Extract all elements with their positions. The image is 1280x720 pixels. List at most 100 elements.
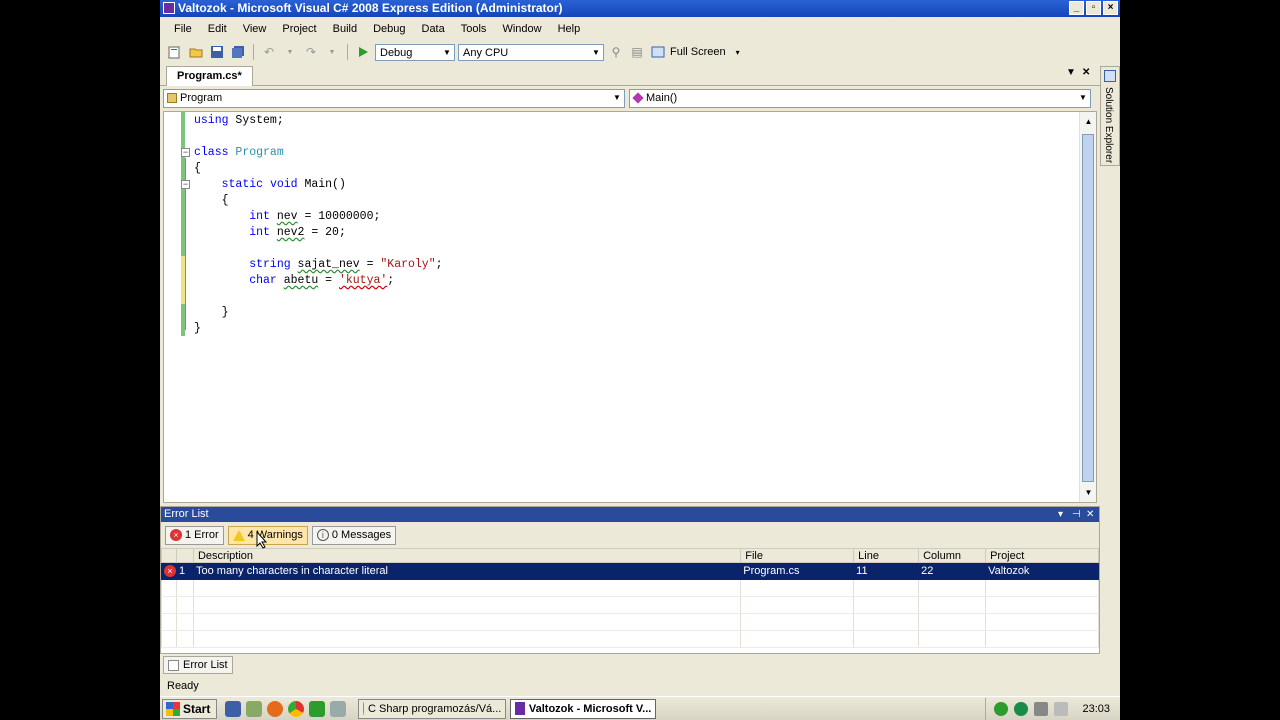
row-column: 22 bbox=[918, 562, 987, 580]
info-icon: i bbox=[316, 529, 329, 541]
antivirus-icon[interactable] bbox=[1014, 702, 1029, 716]
properties-icon[interactable]: ▤ bbox=[628, 43, 646, 61]
code-editor[interactable]: − − using System; class Program { static… bbox=[163, 111, 1097, 503]
tool-icon[interactable] bbox=[246, 700, 263, 717]
device-icon[interactable] bbox=[1034, 702, 1049, 716]
member-combo[interactable]: Main() ▼ bbox=[629, 89, 1091, 108]
errors-filter-button[interactable]: × 1 Error bbox=[165, 525, 224, 545]
messages-filter-button[interactable]: i 0 Messages bbox=[311, 525, 397, 545]
media-icon[interactable] bbox=[330, 700, 347, 717]
active-files-dropdown-icon[interactable]: ▼ bbox=[1066, 67, 1076, 78]
redo-dropdown-icon[interactable]: ▼ bbox=[323, 43, 341, 61]
close-button[interactable]: × bbox=[1103, 1, 1118, 15]
scroll-up-icon[interactable]: ▲ bbox=[1081, 114, 1096, 129]
new-project-icon[interactable] bbox=[166, 43, 184, 61]
error-filter-bar: × 1 Error 4 Warnings i 0 Messages bbox=[161, 522, 1099, 548]
save-all-icon[interactable] bbox=[229, 43, 247, 61]
volume-icon[interactable] bbox=[1054, 702, 1069, 716]
menu-file[interactable]: File bbox=[166, 21, 200, 37]
save-icon[interactable] bbox=[225, 700, 242, 717]
task-visual-studio[interactable]: Valtozok - Microsoft V... bbox=[510, 698, 657, 719]
firefox-icon[interactable] bbox=[267, 700, 284, 717]
tab-error-list[interactable]: Error List bbox=[163, 656, 233, 674]
column-header-number[interactable] bbox=[176, 548, 194, 563]
menu-window[interactable]: Window bbox=[494, 21, 549, 37]
minimize-button[interactable]: _ bbox=[1069, 1, 1084, 15]
fullscreen-icon[interactable] bbox=[649, 43, 667, 61]
error-table: Description File Line Column Project × 1… bbox=[161, 548, 1099, 648]
editor-vertical-scrollbar[interactable]: ▲ ▼ bbox=[1079, 112, 1096, 502]
undo-dropdown-icon[interactable]: ▼ bbox=[281, 43, 299, 61]
table-row-empty bbox=[161, 579, 1099, 597]
title-bar: Valtozok - Microsoft Visual C# 2008 Expr… bbox=[160, 0, 1120, 17]
close-document-icon[interactable]: ✕ bbox=[1082, 67, 1090, 78]
error-table-header: Description File Line Column Project bbox=[161, 548, 1099, 563]
navigation-bar: Program ▼ Main() ▼ bbox=[163, 89, 1097, 109]
clock[interactable]: 23:03 bbox=[1082, 703, 1110, 715]
configuration-combo[interactable]: Debug ▼ bbox=[375, 43, 455, 61]
column-header-project[interactable]: Project bbox=[985, 548, 1099, 563]
tab-error-list-label: Error List bbox=[183, 659, 228, 671]
error-list-title: Error List bbox=[164, 508, 209, 520]
table-row[interactable]: × 1 Too many characters in character lit… bbox=[161, 562, 1099, 580]
standard-toolbar: ↶ ▼ ↷ ▼ Debug ▼ Any CPU ▼ ⚲ ▤ Full Scree… bbox=[166, 41, 747, 63]
error-icon: × bbox=[164, 565, 176, 577]
open-folder-icon[interactable] bbox=[187, 43, 205, 61]
column-header-column[interactable]: Column bbox=[918, 548, 987, 563]
menu-project[interactable]: Project bbox=[274, 21, 324, 37]
collapse-class-icon[interactable]: − bbox=[181, 148, 190, 157]
scroll-down-icon[interactable]: ▼ bbox=[1081, 485, 1096, 500]
column-header-line[interactable]: Line bbox=[853, 548, 920, 563]
start-label: Start bbox=[183, 701, 211, 716]
task-browser-label: C Sharp programozás/Vá... bbox=[368, 702, 502, 715]
toolbar-separator bbox=[253, 44, 254, 60]
code-line-6: { bbox=[194, 194, 229, 207]
start-debugging-icon[interactable] bbox=[354, 43, 372, 61]
task-browser[interactable]: C Sharp programozás/Vá... bbox=[358, 698, 507, 719]
platform-combo[interactable]: Any CPU ▼ bbox=[458, 43, 604, 61]
code-line-3: class Program bbox=[194, 146, 284, 159]
excel-icon[interactable] bbox=[309, 700, 326, 717]
network-icon[interactable] bbox=[994, 702, 1009, 716]
close-panel-icon[interactable]: ✕ bbox=[1086, 507, 1094, 522]
find-icon[interactable]: ⚲ bbox=[607, 43, 625, 61]
code-line-1: using System; bbox=[194, 114, 284, 127]
menu-view[interactable]: View bbox=[235, 21, 275, 37]
auto-hide-pin-icon[interactable]: ⊣ bbox=[1072, 507, 1081, 522]
menu-tools[interactable]: Tools bbox=[453, 21, 495, 37]
scroll-thumb[interactable] bbox=[1082, 134, 1094, 482]
error-icon: × bbox=[170, 529, 182, 541]
type-combo[interactable]: Program ▼ bbox=[163, 89, 625, 108]
error-list-panel: Error List ▾ ⊣ ✕ × 1 Error 4 Warnings i … bbox=[160, 506, 1100, 654]
column-header-icon[interactable] bbox=[161, 548, 177, 563]
chrome-icon[interactable] bbox=[288, 700, 305, 717]
menu-edit[interactable]: Edit bbox=[200, 21, 235, 37]
table-row-empty bbox=[161, 630, 1099, 648]
start-button[interactable]: Start bbox=[162, 698, 218, 719]
firefox-icon bbox=[363, 702, 365, 715]
row-description: Too many characters in character literal bbox=[192, 562, 742, 580]
solution-explorer-rail[interactable]: Solution Explorer bbox=[1100, 66, 1120, 166]
window-position-icon[interactable]: ▾ bbox=[1058, 507, 1063, 522]
toolbar-separator bbox=[347, 44, 348, 60]
error-list-icon bbox=[168, 659, 179, 671]
save-icon[interactable] bbox=[208, 43, 226, 61]
configuration-value: Debug bbox=[380, 46, 413, 59]
column-header-file[interactable]: File bbox=[740, 548, 855, 563]
fullscreen-button[interactable]: Full Screen bbox=[670, 46, 726, 58]
undo-icon[interactable]: ↶ bbox=[260, 43, 278, 61]
toolbar-overflow-icon[interactable]: ▾ bbox=[729, 43, 747, 61]
quick-launch bbox=[217, 700, 354, 717]
menu-build[interactable]: Build bbox=[325, 21, 365, 37]
code-text[interactable]: using System; class Program { static voi… bbox=[194, 113, 443, 337]
maximize-button[interactable]: ▫ bbox=[1086, 1, 1101, 15]
menu-help[interactable]: Help bbox=[550, 21, 589, 37]
collapse-method-icon[interactable]: − bbox=[181, 180, 190, 189]
column-header-description[interactable]: Description bbox=[192, 548, 742, 563]
menu-debug[interactable]: Debug bbox=[365, 21, 413, 37]
tab-program-cs[interactable]: Program.cs* bbox=[166, 66, 253, 86]
menu-data[interactable]: Data bbox=[414, 21, 453, 37]
redo-icon[interactable]: ↷ bbox=[302, 43, 320, 61]
code-line-4: { bbox=[194, 162, 201, 175]
menu-bar: File Edit View Project Build Debug Data … bbox=[160, 18, 1120, 40]
